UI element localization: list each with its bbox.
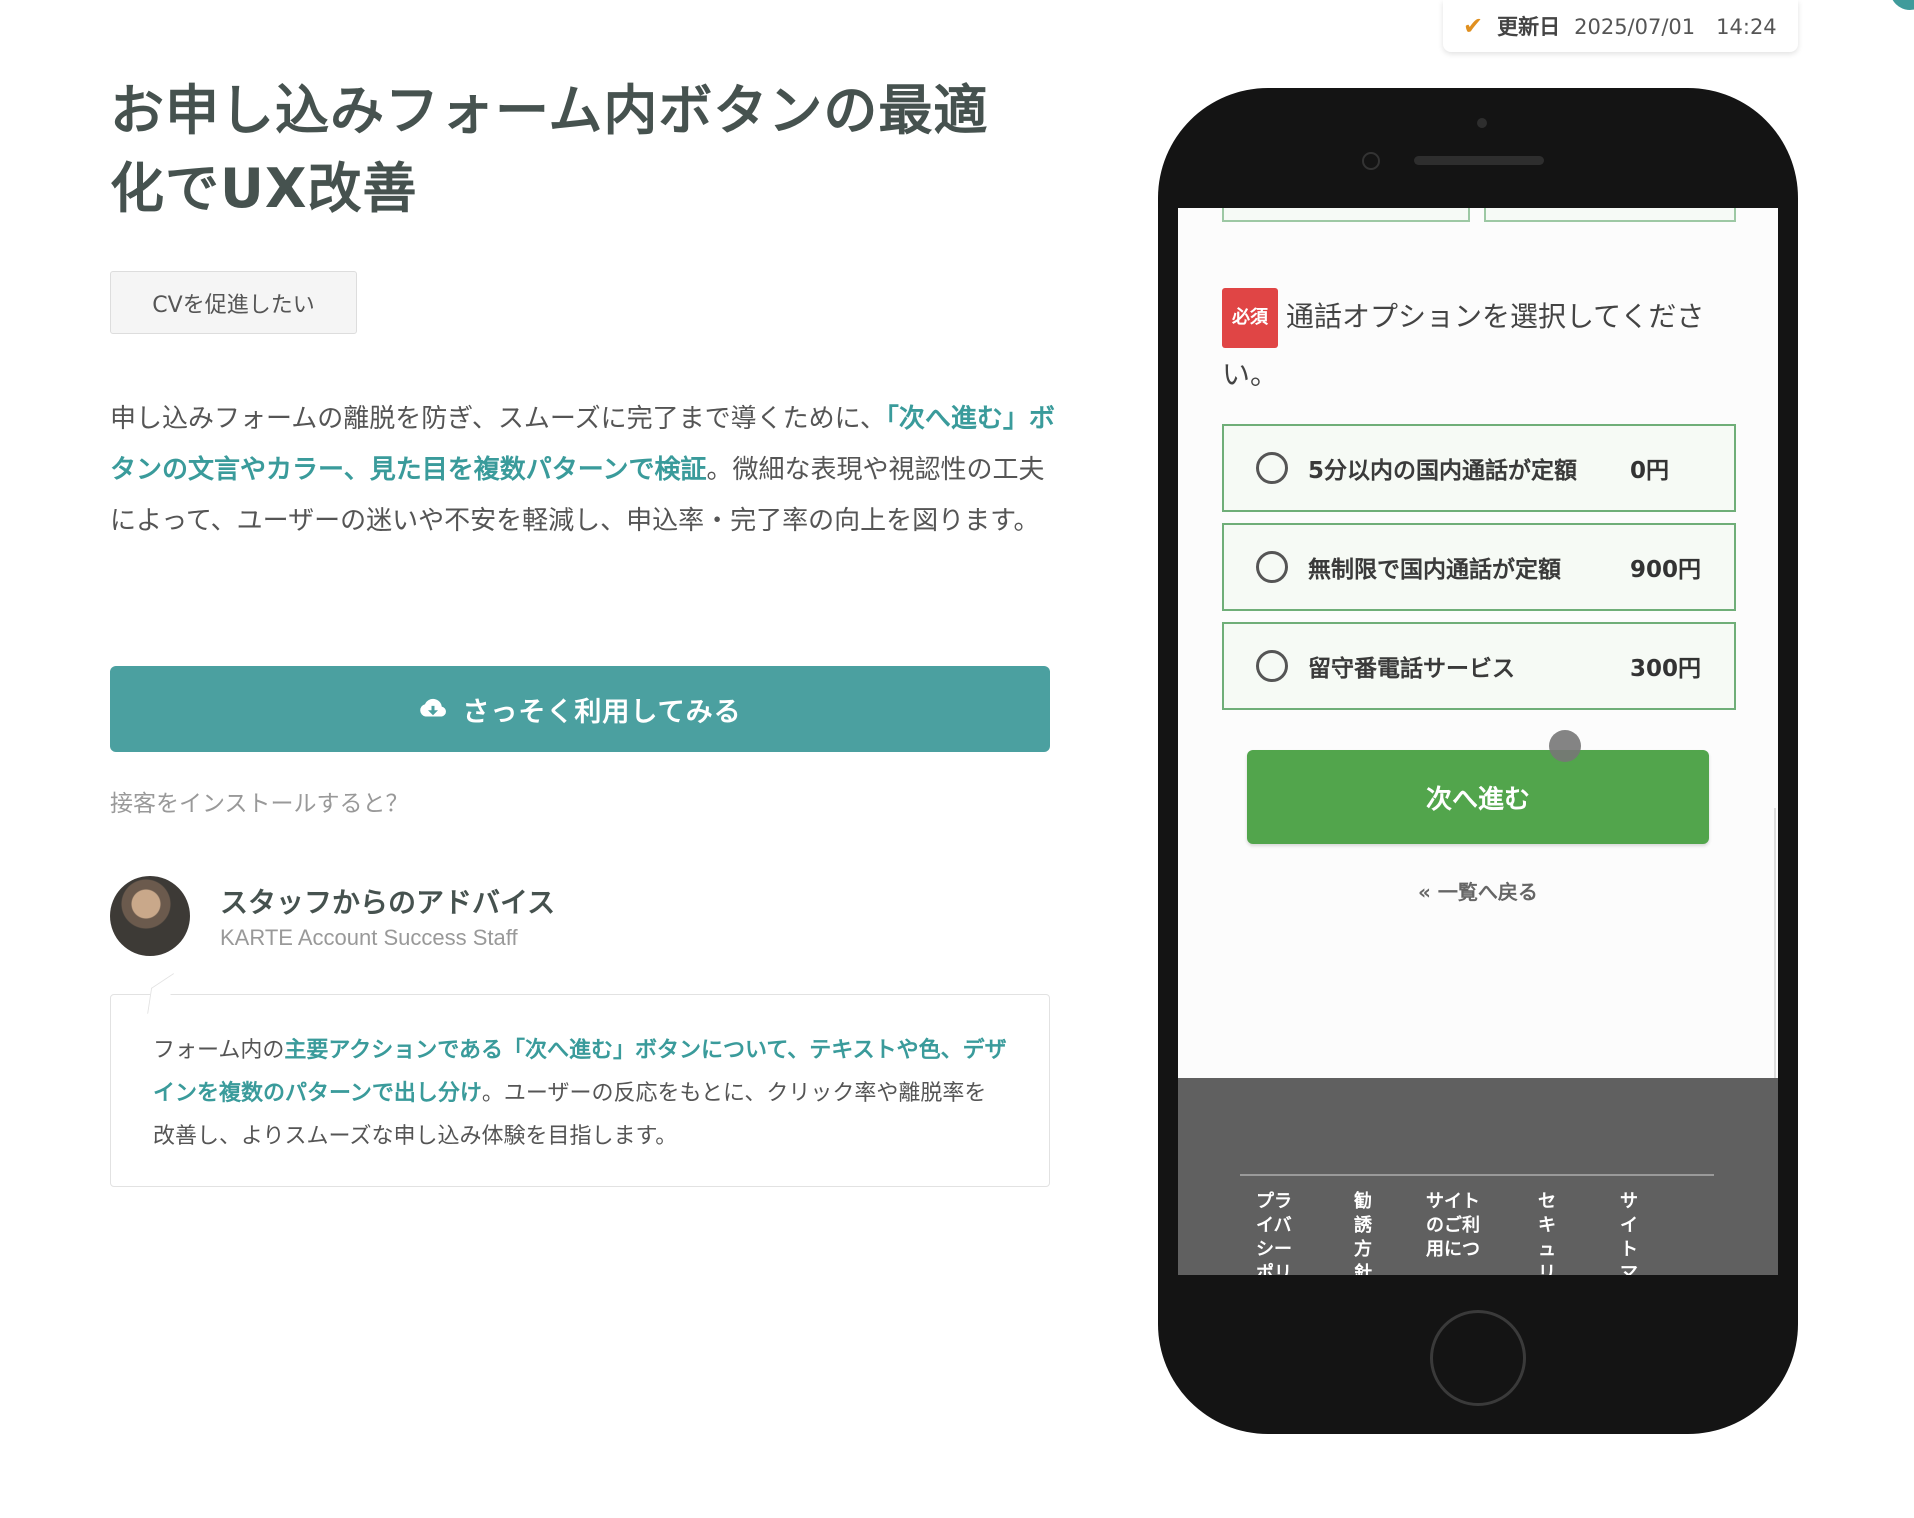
footer-link-sitemap[interactable]: サイトマ [1620, 1190, 1642, 1275]
footer-link-privacy[interactable]: プライバシーポリ [1256, 1190, 1298, 1275]
footer-link-terms[interactable]: サイトのご利用につ [1426, 1190, 1488, 1262]
updated-date-badge: ✔ 更新日 2025/07/01 14:24 [1443, 0, 1798, 52]
option-price: 0円 [1630, 458, 1670, 484]
updated-label: 更新日 [1497, 15, 1561, 39]
option-price: 900円 [1630, 557, 1702, 583]
previous-field-left [1222, 208, 1470, 222]
site-footer: プライバシーポリ 勧誘方針 サイトのご利用につ セキュリ サイトマ [1178, 1078, 1778, 1275]
next-button[interactable]: 次へ進む [1247, 750, 1709, 844]
option-price: 300円 [1630, 656, 1702, 682]
footer-link-solicitation[interactable]: 勧誘方針 [1354, 1190, 1376, 1275]
advice-part1: フォーム内の [153, 1038, 285, 1063]
corner-badge [1890, 0, 1914, 10]
category-tag[interactable]: CVを促進したい [110, 271, 357, 334]
option-item[interactable]: 無制限で国内通話が定額 900円 [1222, 523, 1736, 611]
home-button[interactable] [1430, 1310, 1526, 1406]
advice-bubble: フォーム内の主要アクションである「次へ進む」ボタンについて、テキストや色、デザイ… [110, 994, 1050, 1187]
lead-text: 申し込みフォームの離脱を防ぎ、スムーズに完了まで導くために、「次へ進む」ボタンの… [110, 394, 1065, 547]
radio-icon[interactable] [1256, 551, 1288, 583]
radio-icon[interactable] [1256, 452, 1288, 484]
previous-field-right [1484, 208, 1736, 222]
check-icon: ✔ [1463, 12, 1484, 40]
phone-mockup: 必須 通話オプションを選択してください。 5分以内の国内通話が定額 0円 無制限で… [1158, 88, 1798, 1434]
try-it-button[interactable]: さっそく利用してみる [110, 666, 1050, 752]
footer-link-security[interactable]: セキュリ [1538, 1190, 1560, 1275]
staff-title: スタッフからのアドバイス [220, 886, 556, 919]
speaker-grille [1414, 156, 1544, 165]
option-item[interactable]: 5分以内の国内通話が定額 0円 [1222, 424, 1736, 512]
try-it-label: さっそく利用してみる [462, 696, 742, 728]
scrollbar[interactable] [1774, 808, 1776, 1088]
updated-value: 2025/07/01 14:24 [1574, 15, 1777, 39]
footer-divider [1240, 1174, 1714, 1176]
phone-screen: 必須 通話オプションを選択してください。 5分以内の国内通話が定額 0円 無制限で… [1178, 208, 1778, 1275]
camera-icon [1362, 152, 1380, 170]
sensor-dot [1477, 118, 1487, 128]
avatar [110, 876, 190, 956]
option-label: 留守番電話サービス [1308, 656, 1515, 682]
touch-indicator [1549, 730, 1581, 762]
cloud-download-icon [420, 698, 447, 717]
required-badge: 必須 [1222, 288, 1278, 348]
option-question: 必須 通話オプションを選択してください。 [1222, 288, 1742, 402]
page-title: お申し込みフォーム内ボタンの最適化でUX改善 [110, 79, 989, 220]
radio-icon[interactable] [1256, 650, 1288, 682]
back-to-list-link[interactable]: « 一覧へ戻る [1178, 876, 1778, 905]
option-label: 5分以内の国内通話が定額 [1308, 458, 1578, 484]
option-item[interactable]: 留守番電話サービス 300円 [1222, 622, 1736, 710]
lead-text-part1: 申し込みフォームの離脱を防ぎ、スムーズに完了まで導くために、 [110, 404, 886, 434]
option-label: 無制限で国内通話が定額 [1308, 557, 1561, 583]
question-text: 通話オプションを選択してください。 [1222, 300, 1705, 391]
staff-role: KARTE Account Success Staff [220, 925, 518, 950]
staff-header: スタッフからのアドバイス KARTE Account Success Staff [110, 876, 555, 956]
install-info-link[interactable]: 接客をインストールすると？ [110, 784, 409, 818]
